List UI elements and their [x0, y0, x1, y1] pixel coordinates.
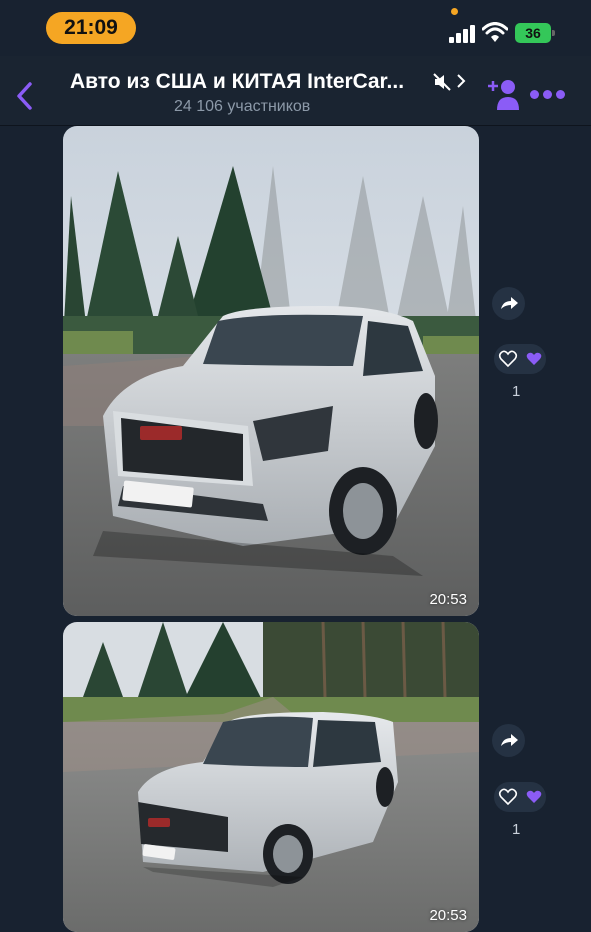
- reaction-count: 1: [512, 383, 521, 400]
- reaction-icons: [498, 788, 542, 806]
- share-icon: [501, 297, 518, 309]
- reaction-icons: [498, 350, 542, 368]
- reaction-pill[interactable]: [494, 782, 546, 812]
- purple-heart-icon: [526, 352, 542, 365]
- share-button[interactable]: [492, 287, 525, 320]
- member-count: 24 106 участников: [174, 98, 311, 115]
- more-icon[interactable]: [530, 90, 566, 100]
- signal-icon: [449, 25, 475, 43]
- battery-indicator: 36: [515, 23, 555, 43]
- status-bar: 21:09 36: [0, 0, 591, 56]
- chevron-right-icon: [457, 74, 466, 88]
- car-photo: [63, 622, 479, 932]
- photo-message[interactable]: 20:53: [63, 126, 479, 616]
- heart-icon: [498, 350, 518, 368]
- message-time: 20:53: [429, 907, 467, 924]
- chat-header: Авто из США и КИТАЯ InterCar... 24 106 у…: [0, 56, 591, 126]
- chevron-left-icon[interactable]: [12, 78, 38, 114]
- reaction-pill[interactable]: [494, 344, 546, 374]
- wifi-icon: [482, 22, 508, 42]
- channel-title[interactable]: Авто из США и КИТАЯ InterCar...: [70, 70, 420, 94]
- status-time: 21:09: [46, 12, 136, 44]
- message-time: 20:53: [429, 591, 467, 608]
- share-button[interactable]: [492, 724, 525, 757]
- heart-icon: [498, 788, 518, 806]
- add-user-icon[interactable]: [486, 78, 520, 110]
- car-photo: [63, 126, 479, 616]
- telegram-channel-screen: 21:09 36 Авто из США и КИТАЯ InterCar...…: [0, 0, 591, 932]
- reaction-count: 1: [512, 821, 521, 838]
- privacy-indicator-dot: [451, 8, 458, 15]
- photo-message[interactable]: 20:53: [63, 622, 479, 932]
- share-icon: [501, 734, 518, 746]
- purple-heart-icon: [526, 790, 542, 803]
- mute-icon: [433, 73, 451, 91]
